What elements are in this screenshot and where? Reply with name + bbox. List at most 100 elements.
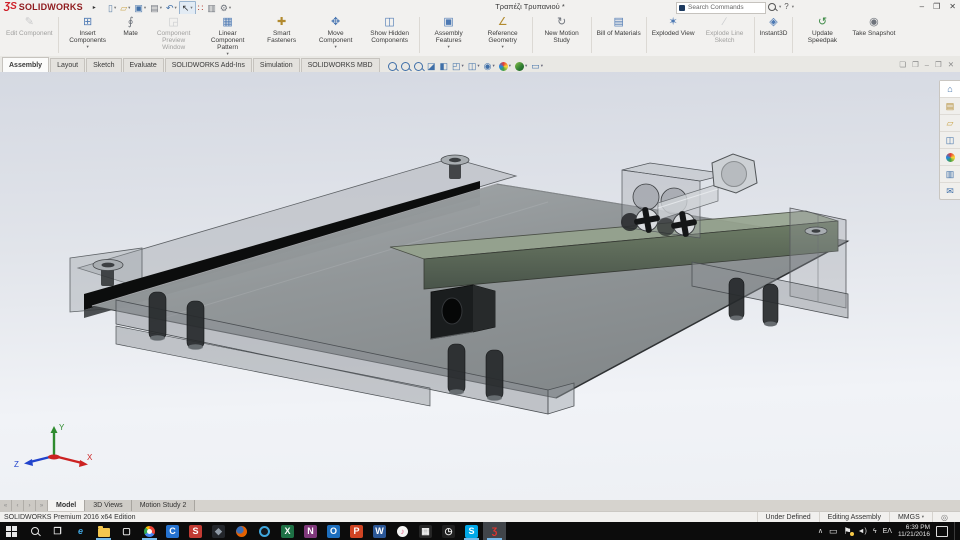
tab-model[interactable]: Model — [48, 500, 86, 511]
tray-volume-icon[interactable]: ◄) — [858, 528, 867, 535]
tab-simulation[interactable]: Simulation — [252, 58, 300, 72]
taskbar-edge[interactable]: e — [69, 522, 92, 540]
linear-component-pattern-button[interactable]: ▦ Linear Component Pattern ▾ — [201, 14, 255, 56]
edit-component-button[interactable]: ✎ Edit Component — [3, 14, 56, 56]
custom-properties-tab[interactable]: ▥ — [940, 166, 960, 183]
exploded-view-button[interactable]: ✶ Exploded View — [649, 14, 698, 56]
select-button[interactable]: ↖ ▾ — [178, 1, 196, 15]
tab-solidworks-add-ins[interactable]: SOLIDWORKS Add-Ins — [164, 58, 252, 72]
taskbar-itunes[interactable]: ♪ — [391, 522, 414, 540]
close-button[interactable]: ✕ — [949, 2, 956, 11]
caret-icon[interactable]: ▾ — [114, 5, 116, 11]
rebuild-button[interactable]: ∷ — [196, 2, 206, 14]
component-preview-window-button[interactable]: ◲ Component Preview Window — [147, 14, 201, 56]
caret-icon[interactable]: ▾ — [160, 5, 162, 11]
assembly-features-button[interactable]: ▣ Assembly Features ▾ — [422, 14, 476, 56]
caret-icon[interactable]: ▾ — [525, 60, 527, 72]
status-tag-icon[interactable]: ◎ — [941, 513, 948, 522]
taskbar-solidworks[interactable]: Ʒ — [483, 522, 506, 540]
caret-icon[interactable]: ▾ — [334, 44, 336, 49]
caret-icon[interactable]: ▾ — [501, 44, 503, 49]
instant3d-button[interactable]: ◈ Instant3D — [757, 14, 791, 56]
mate-button[interactable]: ∮ Mate — [115, 14, 147, 56]
taskbar-alarms[interactable]: ◷ — [437, 522, 460, 540]
caret-icon[interactable]: ▾ — [175, 5, 177, 11]
update-speedpak-button[interactable]: ↺ Update Speedpak — [795, 14, 849, 56]
tray-clock[interactable]: 6:39 PM 11/21/2016 — [898, 524, 930, 539]
taskbar-ring-app[interactable] — [253, 522, 276, 540]
new-button[interactable]: ▯ ▾ — [106, 2, 118, 14]
action-center-flag-icon[interactable]: ⚑ — [844, 526, 854, 536]
view-orientation-button[interactable]: ◰ ▾ — [452, 60, 464, 72]
doc-new-window-button[interactable]: ❏ — [899, 60, 906, 69]
tray-connector-icon[interactable]: ϟ — [873, 528, 877, 535]
caret-icon[interactable]: ▾ — [190, 5, 192, 11]
taskbar-chrome[interactable] — [138, 522, 161, 540]
tab-3d-views[interactable]: 3D Views — [85, 500, 132, 511]
taskbar-file-explorer[interactable] — [92, 522, 115, 540]
tab-layout[interactable]: Layout — [50, 58, 86, 72]
tray-language-indicator[interactable]: EΛ — [883, 528, 892, 535]
caret-icon[interactable]: ▾ — [492, 60, 494, 72]
new-motion-study-button[interactable]: ↻ New Motion Study — [535, 14, 589, 56]
help-button[interactable]: ? — [784, 2, 788, 11]
caret-icon[interactable]: ▾ — [128, 5, 130, 11]
tab-evaluate[interactable]: Evaluate — [122, 58, 164, 72]
doc-restore-button[interactable]: ❐ — [935, 60, 942, 69]
options-button[interactable]: ⚙ ▾ — [218, 2, 233, 14]
doc-close-button[interactable]: ✕ — [948, 60, 954, 69]
solidworks-resources-tab[interactable]: ⌂ — [940, 81, 960, 98]
tray-overflow-chevron-icon[interactable]: ∧ — [818, 527, 823, 535]
move-component-button[interactable]: ✥ Move Component ▾ — [309, 14, 363, 56]
taskbar-red-app[interactable]: S — [184, 522, 207, 540]
smart-fasteners-button[interactable]: ✚ Smart Fasteners — [255, 14, 309, 56]
caret-icon[interactable]: ▾ — [779, 4, 781, 10]
design-library-tab[interactable]: ▤ — [940, 98, 960, 115]
show-desktop-button[interactable] — [954, 522, 958, 540]
taskbar-onenote[interactable]: N — [299, 522, 322, 540]
taskbar-search-button[interactable] — [23, 522, 46, 540]
taskbar-skype[interactable]: S — [460, 522, 483, 540]
menu-flyout-arrow-icon[interactable]: ▸ — [93, 4, 96, 11]
taskbar-c-app[interactable]: C — [161, 522, 184, 540]
display-style-button[interactable]: ◫ ▾ — [468, 60, 480, 72]
hide-show-items-button[interactable]: ◉ ▾ — [484, 60, 495, 72]
graphics-area[interactable]: ⌂ ▤ ▱ ◫ ▥ ✉ Y X Z — [0, 72, 960, 500]
section-view-button[interactable]: ◪ — [427, 60, 436, 72]
taskbar-word[interactable]: W — [368, 522, 391, 540]
zoom-to-area-button[interactable] — [401, 61, 410, 71]
action-center-icon[interactable] — [936, 525, 948, 537]
caret-icon[interactable]: ▾ — [477, 60, 479, 72]
tab-sketch[interactable]: Sketch — [86, 58, 122, 72]
caret-icon[interactable]: ▾ — [229, 5, 231, 11]
caret-icon[interactable]: ▾ — [86, 44, 88, 49]
caret-icon[interactable]: ▾ — [792, 4, 794, 10]
taskbar-powerpoint[interactable]: P — [345, 522, 368, 540]
minimize-button[interactable]: – — [920, 2, 924, 11]
tab-scroll-next-button[interactable]: › — [24, 500, 36, 511]
solidworks-forum-tab[interactable]: ✉ — [940, 183, 960, 199]
view-palette-tab[interactable]: ◫ — [940, 132, 960, 149]
undo-button[interactable]: ↶ ▾ — [164, 2, 179, 14]
taskbar-start-button[interactable] — [0, 522, 23, 540]
show-hidden-components-button[interactable]: ◫ Show Hidden Components — [363, 14, 417, 56]
search-commands-box[interactable]: Search Commands — [676, 1, 766, 14]
explode-line-sketch-button[interactable]: ∕ Explode Line Sketch — [698, 14, 752, 56]
reference-geometry-button[interactable]: ∠ Reference Geometry ▾ — [476, 14, 530, 56]
doc-cascade-button[interactable]: ❐ — [912, 60, 919, 69]
previous-view-button[interactable] — [414, 61, 423, 71]
tab-scroll-first-button[interactable]: « — [0, 500, 12, 511]
print-button[interactable]: ▤ ▾ — [148, 2, 164, 14]
caret-icon[interactable]: ▾ — [447, 44, 449, 49]
taskbar-calculator[interactable]: ▦ — [414, 522, 437, 540]
file-explorer-tab[interactable]: ▱ — [940, 115, 960, 132]
tab-motion-study-2[interactable]: Motion Study 2 — [131, 500, 196, 511]
take-snapshot-button[interactable]: ◉ Take Snapshot — [849, 14, 898, 56]
appearances-tab[interactable] — [940, 149, 960, 166]
restore-button[interactable]: ❐ — [933, 2, 940, 11]
caret-icon[interactable]: ▾ — [462, 60, 464, 72]
tab-scroll-prev-button[interactable]: ‹ — [12, 500, 24, 511]
view-settings-button[interactable]: ▭ ▾ — [531, 60, 543, 72]
tab-scroll-last-button[interactable]: » — [36, 500, 48, 511]
taskbar-outlook[interactable]: O — [322, 522, 345, 540]
